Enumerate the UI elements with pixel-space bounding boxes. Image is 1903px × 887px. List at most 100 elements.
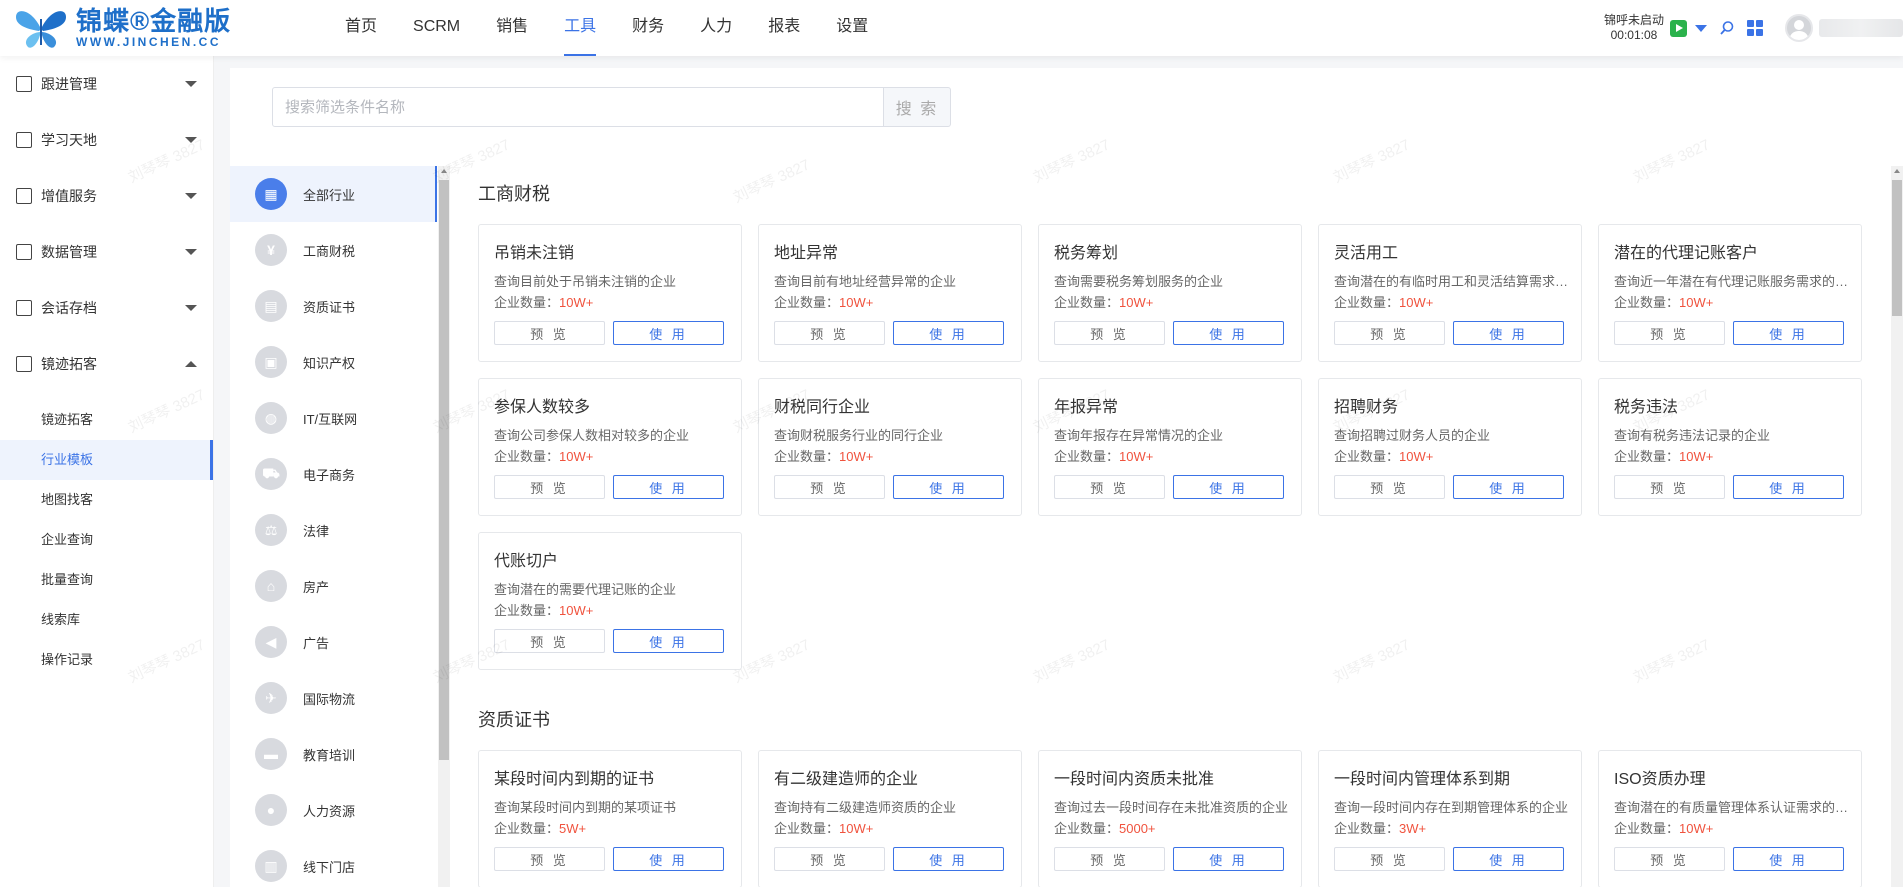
logo[interactable]: 锦蝶®金融版 WWW.JINCHEN.CC	[12, 0, 231, 56]
card-count: 企业数量：5000+	[1054, 818, 1156, 837]
use-button[interactable]: 使 用	[1453, 321, 1564, 345]
category-item-4[interactable]: ◍ IT/互联网	[230, 390, 437, 446]
nav-item-4[interactable]: 财务	[632, 0, 664, 56]
category-item-8[interactable]: ◀ 广告	[230, 614, 437, 670]
preview-button[interactable]: 预 览	[1334, 847, 1445, 871]
sidebar-sub-item-2[interactable]: 地图找客	[0, 480, 213, 520]
search-input[interactable]	[272, 87, 884, 127]
caret-down-icon[interactable]	[185, 137, 197, 143]
nav-item-7[interactable]: 设置	[836, 0, 868, 56]
preview-button[interactable]: 预 览	[1054, 321, 1165, 345]
use-button[interactable]: 使 用	[613, 321, 724, 345]
search-icon[interactable]	[1719, 20, 1735, 36]
card-count-label: 企业数量：	[774, 449, 840, 464]
card-description: 查询目前有地址经营异常的企业	[774, 274, 957, 289]
preview-button[interactable]: 预 览	[1334, 321, 1445, 345]
sidebar-group-0[interactable]: 跟进管理	[0, 56, 213, 112]
caret-down-icon[interactable]	[185, 249, 197, 255]
search-button[interactable]: 搜 索	[883, 87, 951, 127]
school-icon: ▬	[255, 738, 287, 770]
preview-button[interactable]: 预 览	[1334, 475, 1445, 499]
card-count: 企业数量：3W+	[1334, 818, 1426, 837]
caret-down-icon[interactable]	[185, 193, 197, 199]
content-scrollbar[interactable]	[1891, 166, 1903, 887]
nav-item-1[interactable]: SCRM	[413, 0, 460, 56]
use-button[interactable]: 使 用	[893, 475, 1004, 499]
category-item-5[interactable]: ⛟ 电子商务	[230, 446, 437, 502]
card-count: 企业数量：5W+	[494, 818, 586, 837]
preview-button[interactable]: 预 览	[494, 475, 605, 499]
preview-button[interactable]: 预 览	[774, 847, 885, 871]
avatar[interactable]	[1785, 14, 1813, 42]
user-name-blurred[interactable]	[1819, 19, 1903, 37]
category-label: 广告	[303, 635, 330, 651]
sidebar-group-1[interactable]: 学习天地	[0, 112, 213, 168]
preview-button[interactable]: 预 览	[1614, 847, 1725, 871]
sidebar-group-5[interactable]: 镜迹拓客	[0, 336, 213, 392]
use-button[interactable]: 使 用	[1173, 321, 1284, 345]
apps-grid-icon[interactable]	[1747, 20, 1763, 36]
category-item-9[interactable]: ✈ 国际物流	[230, 670, 437, 726]
category-item-0[interactable]: ▦ 全部行业	[230, 166, 437, 222]
use-button[interactable]: 使 用	[613, 475, 724, 499]
use-button[interactable]: 使 用	[1733, 475, 1844, 499]
use-button[interactable]: 使 用	[893, 321, 1004, 345]
use-button[interactable]: 使 用	[1173, 847, 1284, 871]
sidebar-sub-item-3[interactable]: 企业查询	[0, 520, 213, 560]
preview-button[interactable]: 预 览	[494, 629, 605, 653]
card-count-value: 10W+	[1399, 449, 1434, 464]
scroll-up-arrow-icon[interactable]	[1894, 169, 1900, 173]
preview-button[interactable]: 预 览	[774, 321, 885, 345]
category-scrollbar-thumb[interactable]	[439, 180, 449, 760]
nav-item-3[interactable]: 工具	[564, 0, 597, 56]
category-scrollbar[interactable]	[438, 166, 450, 887]
category-item-12[interactable]: ▥ 线下门店	[230, 838, 437, 887]
category-label: 国际物流	[303, 691, 356, 707]
use-button[interactable]: 使 用	[1733, 847, 1844, 871]
card-description: 查询过去一段时间存在未批准资质的企业	[1054, 800, 1289, 815]
sidebar-group-3[interactable]: 数据管理	[0, 224, 213, 280]
sidebar-sub-item-6[interactable]: 操作记录	[0, 640, 213, 680]
caret-down-icon[interactable]	[185, 305, 197, 311]
preview-button[interactable]: 预 览	[1054, 475, 1165, 499]
use-button[interactable]: 使 用	[613, 629, 724, 653]
use-button[interactable]: 使 用	[893, 847, 1004, 871]
use-button[interactable]: 使 用	[1453, 475, 1564, 499]
sidebar-group-2[interactable]: 增值服务	[0, 168, 213, 224]
user-icon: ●	[255, 794, 287, 826]
caret-down-icon[interactable]	[1695, 24, 1707, 32]
caret-up-icon[interactable]	[185, 361, 197, 367]
card-description: 查询潜在的有临时用工和灵活结算需求的企业	[1334, 274, 1570, 289]
preview-button[interactable]: 预 览	[774, 475, 885, 499]
nav-item-2[interactable]: 销售	[496, 0, 528, 56]
use-button[interactable]: 使 用	[1173, 475, 1284, 499]
preview-button[interactable]: 预 览	[1614, 475, 1725, 499]
sidebar-sub-item-5[interactable]: 线索库	[0, 600, 213, 640]
category-item-7[interactable]: ⌂ 房产	[230, 558, 437, 614]
sidebar-sub-item-4[interactable]: 批量查询	[0, 560, 213, 600]
sidebar-group-4[interactable]: 会话存档	[0, 280, 213, 336]
use-button[interactable]: 使 用	[1733, 321, 1844, 345]
category-item-11[interactable]: ● 人力资源	[230, 782, 437, 838]
content-scrollbar-thumb[interactable]	[1892, 180, 1902, 316]
use-button[interactable]: 使 用	[1453, 847, 1564, 871]
nav-item-0[interactable]: 首页	[345, 0, 377, 56]
use-button[interactable]: 使 用	[613, 847, 724, 871]
category-item-6[interactable]: ⚖ 法律	[230, 502, 437, 558]
category-item-1[interactable]: ¥ 工商财税	[230, 222, 437, 278]
caret-down-icon[interactable]	[185, 81, 197, 87]
preview-button[interactable]: 预 览	[494, 847, 605, 871]
cart-icon: ⛟	[255, 458, 287, 490]
nav-item-5[interactable]: 人力	[700, 0, 732, 56]
category-item-3[interactable]: ▣ 知识产权	[230, 334, 437, 390]
category-item-10[interactable]: ▬ 教育培训	[230, 726, 437, 782]
category-item-2[interactable]: ▤ 资质证书	[230, 278, 437, 334]
nav-item-6[interactable]: 报表	[768, 0, 800, 56]
preview-button[interactable]: 预 览	[494, 321, 605, 345]
preview-button[interactable]: 预 览	[1054, 847, 1165, 871]
scroll-up-arrow-icon[interactable]	[441, 169, 447, 173]
play-icon[interactable]	[1670, 19, 1687, 37]
preview-button[interactable]: 预 览	[1614, 321, 1725, 345]
sidebar-sub-item-1[interactable]: 行业模板	[0, 440, 213, 480]
sidebar-sub-item-0[interactable]: 镜迹拓客	[0, 400, 213, 440]
